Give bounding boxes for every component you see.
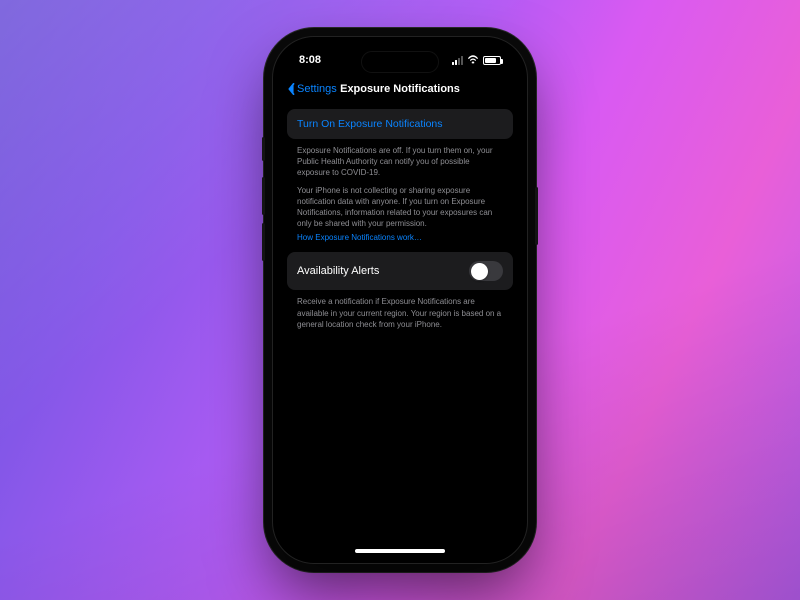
dynamic-island — [361, 51, 439, 73]
description-paragraph-2: Your iPhone is not collecting or sharing… — [287, 179, 513, 230]
home-indicator[interactable] — [355, 549, 445, 553]
cellular-signal-icon — [452, 56, 463, 65]
volume-up-button — [262, 177, 265, 215]
power-button — [535, 187, 538, 245]
battery-icon — [483, 56, 501, 65]
phone-frame: 8:08 Settings Exposure Notifications — [272, 36, 528, 564]
back-label: Settings — [297, 83, 337, 95]
screen: 8:08 Settings Exposure Notifications — [277, 41, 523, 559]
turn-on-exposure-button[interactable]: Turn On Exposure Notifications — [287, 109, 513, 139]
status-time: 8:08 — [299, 54, 321, 66]
chevron-left-icon — [287, 83, 295, 95]
availability-alerts-label: Availability Alerts — [297, 265, 379, 277]
content: Turn On Exposure Notifications Exposure … — [277, 103, 523, 336]
availability-alerts-row: Availability Alerts — [287, 252, 513, 290]
how-it-works-link[interactable]: How Exposure Notifications work… — [287, 229, 513, 252]
back-button[interactable]: Settings — [287, 83, 337, 95]
availability-footer: Receive a notification if Exposure Notif… — [287, 290, 513, 330]
wifi-icon — [467, 55, 479, 65]
page-title: Exposure Notifications — [340, 83, 460, 95]
availability-alerts-toggle[interactable] — [469, 261, 503, 281]
turn-on-label: Turn On Exposure Notifications — [297, 118, 443, 130]
silent-switch — [262, 137, 265, 161]
volume-down-button — [262, 223, 265, 261]
nav-bar: Settings Exposure Notifications — [277, 79, 523, 103]
description-paragraph-1: Exposure Notifications are off. If you t… — [287, 139, 513, 179]
